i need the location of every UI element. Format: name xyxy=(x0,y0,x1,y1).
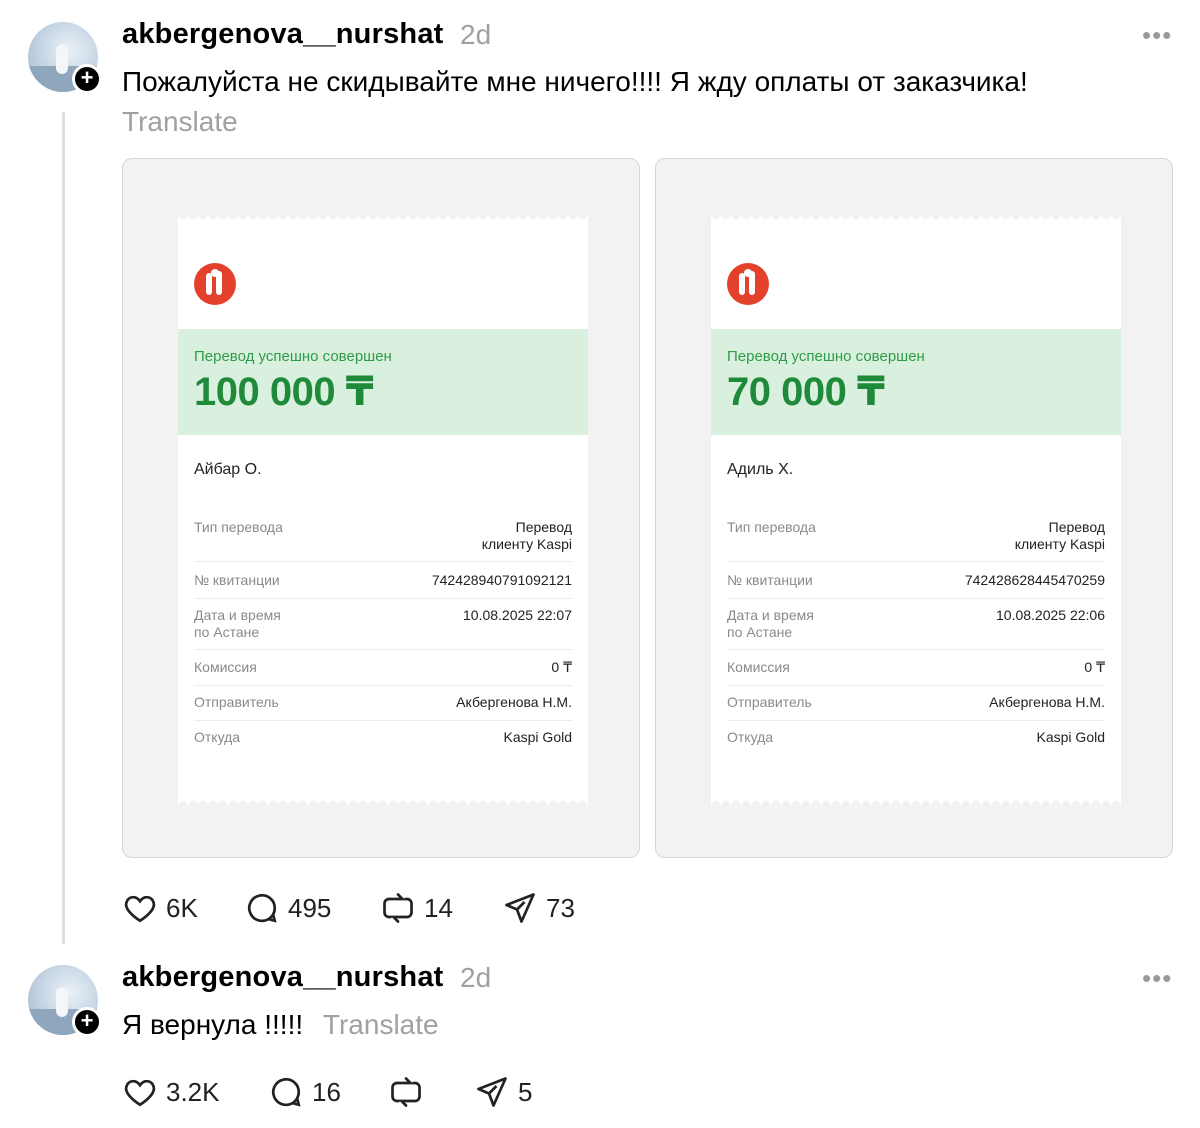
more-horizontal-icon[interactable]: ••• xyxy=(1142,20,1172,51)
like-button[interactable]: 6K xyxy=(122,888,198,928)
recipient-name: Айбар О. xyxy=(194,461,262,478)
thread-line xyxy=(62,112,65,944)
row-value: Перевод клиенту Kaspi xyxy=(1014,519,1105,552)
reply-count: 495 xyxy=(288,892,332,923)
row-value: 0 ₸ xyxy=(551,659,572,675)
share-count: 73 xyxy=(546,892,575,923)
heart-icon xyxy=(124,895,156,923)
share-button[interactable]: 5 xyxy=(474,1072,532,1112)
row-label: Тип перевода xyxy=(194,519,283,535)
like-count: 3.2K xyxy=(166,1076,220,1107)
row-value: 10.08.2025 22:07 xyxy=(463,607,572,623)
share-count: 5 xyxy=(518,1076,533,1107)
row-label: Комиссия xyxy=(194,659,257,675)
kaspi-logo-icon xyxy=(727,263,769,305)
transfer-amount: 70 000 ₸ xyxy=(727,370,885,414)
reply-count: 16 xyxy=(312,1076,341,1107)
post-text: Я вернула !!!!! Translate xyxy=(122,1009,439,1041)
comment-icon xyxy=(271,1077,301,1107)
post-text: Пожалуйста не скидывайте мне ничего!!!! … xyxy=(122,66,1028,97)
username[interactable]: akbergenova__nurshat xyxy=(122,18,444,51)
translate-link[interactable]: Translate xyxy=(323,1009,439,1040)
row-value: Kaspi Gold xyxy=(503,729,572,745)
reply-button[interactable]: 495 xyxy=(244,888,331,928)
image-attachment-1[interactable]: Перевод успешно совершен 100 000 ₸ Айбар… xyxy=(122,158,640,858)
transfer-status: Перевод успешно совершен xyxy=(194,348,392,365)
post-time: 2d xyxy=(460,19,492,50)
success-panel: Перевод успешно совершен 70 000 ₸ xyxy=(711,329,1121,435)
reply-button[interactable]: 16 xyxy=(268,1072,341,1112)
kaspi-logo-icon xyxy=(194,263,236,305)
row-value: 742428940791092121 xyxy=(431,572,572,588)
repost-button[interactable]: 14 xyxy=(380,888,453,928)
row-value: 0 ₸ xyxy=(1084,659,1105,675)
row-value: 742428628445470259 xyxy=(964,572,1105,588)
row-label: Откуда xyxy=(194,729,241,745)
repost-icon xyxy=(391,1077,421,1107)
send-icon xyxy=(505,893,535,923)
post-time: 2d xyxy=(460,962,492,993)
transfer-status: Перевод успешно совершен xyxy=(727,348,925,365)
send-icon xyxy=(477,1077,507,1107)
repost-count: 14 xyxy=(424,892,453,923)
transfer-amount: 100 000 ₸ xyxy=(194,370,374,414)
comment-icon xyxy=(247,893,277,923)
translate-link[interactable]: Translate xyxy=(122,106,238,138)
follow-plus-icon[interactable]: + xyxy=(72,1007,102,1037)
receipt: Перевод успешно совершен 70 000 ₸ Адиль … xyxy=(711,215,1121,805)
success-panel: Перевод успешно совершен 100 000 ₸ xyxy=(178,329,588,435)
row-label: Дата и время по Астане xyxy=(727,607,814,640)
like-count: 6K xyxy=(166,892,198,923)
repost-button[interactable] xyxy=(388,1072,432,1112)
share-button[interactable]: 73 xyxy=(502,888,575,928)
post-text-body: Я вернула !!!!! xyxy=(122,1009,304,1040)
row-value: 10.08.2025 22:06 xyxy=(996,607,1105,623)
row-label: № квитанции xyxy=(727,572,813,588)
more-horizontal-icon[interactable]: ••• xyxy=(1142,963,1172,994)
repost-icon xyxy=(383,893,413,923)
row-label: Тип перевода xyxy=(727,519,816,535)
like-button[interactable]: 3.2K xyxy=(122,1072,220,1112)
row-label: Отправитель xyxy=(194,694,279,710)
receipt: Перевод успешно совершен 100 000 ₸ Айбар… xyxy=(178,215,588,805)
row-label: Отправитель xyxy=(727,694,812,710)
follow-plus-icon[interactable]: + xyxy=(72,64,102,94)
row-label: № квитанции xyxy=(194,572,280,588)
row-value: Акбергенова Н.М. xyxy=(989,694,1105,710)
recipient-name: Адиль Х. xyxy=(727,461,794,478)
row-value: Перевод клиенту Kaspi xyxy=(481,519,572,552)
row-value: Kaspi Gold xyxy=(1036,729,1105,745)
row-label: Комиссия xyxy=(727,659,790,675)
row-label: Откуда xyxy=(727,729,774,745)
username[interactable]: akbergenova__nurshat xyxy=(122,961,444,994)
heart-icon xyxy=(124,1079,156,1107)
row-label: Дата и время по Астане xyxy=(194,607,281,640)
row-value: Акбергенова Н.М. xyxy=(456,694,572,710)
image-attachment-2[interactable]: Перевод успешно совершен 70 000 ₸ Адиль … xyxy=(655,158,1173,858)
